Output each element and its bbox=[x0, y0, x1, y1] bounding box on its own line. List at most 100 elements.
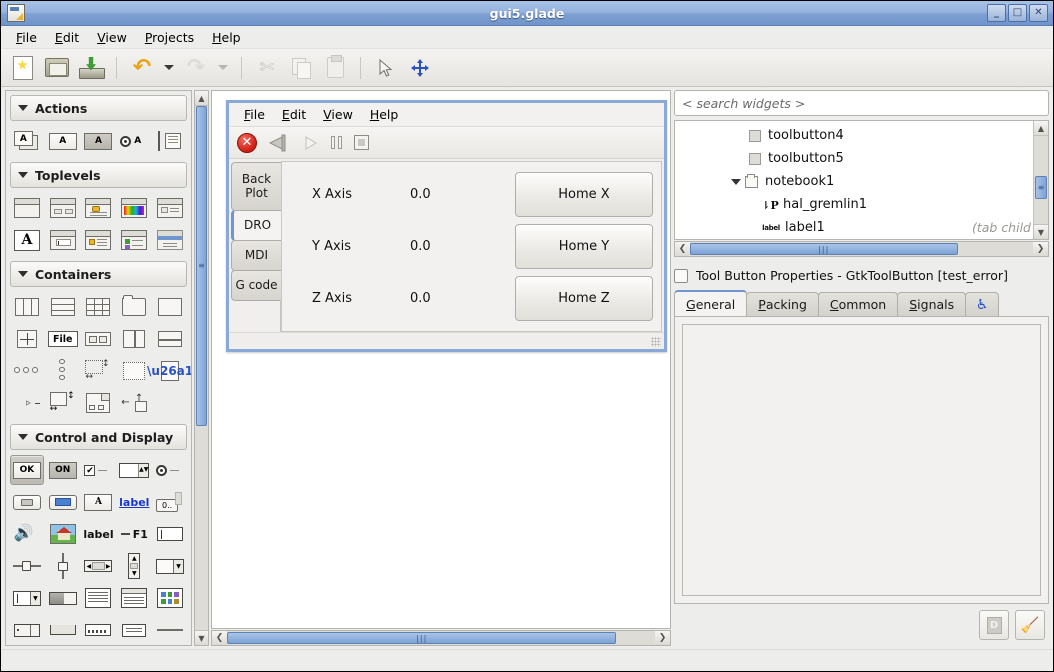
drag-resize-button[interactable] bbox=[404, 53, 436, 83]
palette-vertical-scrollbar[interactable]: ▲ ≡ ▼ bbox=[194, 90, 209, 646]
palette-item-scale-button[interactable]: 0.. bbox=[153, 487, 187, 517]
canvas-scroll-right-button[interactable]: ❯ bbox=[655, 631, 670, 645]
palette-item-message-dialog[interactable] bbox=[82, 193, 116, 223]
palette-scroll-track[interactable]: ≡ bbox=[195, 106, 208, 630]
menu-help[interactable]: Help bbox=[203, 27, 250, 48]
palette-item-color-button[interactable] bbox=[46, 487, 80, 517]
palette-item-volume-button[interactable]: 🔊 bbox=[10, 519, 44, 549]
palette-item-alignment[interactable] bbox=[10, 324, 44, 354]
tree-row-notebook1[interactable]: notebook1 bbox=[675, 170, 1033, 193]
chevron-down-icon[interactable] bbox=[731, 178, 741, 185]
new-project-button[interactable] bbox=[7, 53, 39, 83]
palette-item-hbutton-row[interactable] bbox=[10, 356, 44, 386]
palette-item-vbox[interactable] bbox=[46, 292, 80, 322]
undo-dropdown-button[interactable] bbox=[160, 53, 178, 83]
palette-item-notebook[interactable] bbox=[117, 292, 151, 322]
palette-item-label[interactable]: label bbox=[82, 519, 116, 549]
search-widgets-input[interactable]: < search widgets > bbox=[674, 90, 1049, 116]
minimize-button[interactable]: _ bbox=[987, 4, 1006, 22]
pause-bars-icon[interactable] bbox=[331, 136, 342, 149]
palette-item-vscale[interactable] bbox=[46, 551, 80, 581]
palette-item-tree-view[interactable] bbox=[117, 583, 151, 613]
palette-item-action[interactable]: A bbox=[46, 126, 80, 156]
red-stop-circle-icon[interactable]: ✕ bbox=[237, 132, 257, 153]
stop-square-icon[interactable] bbox=[354, 135, 369, 150]
palette-item-event-box[interactable]: \u26a1 bbox=[147, 356, 191, 386]
close-button[interactable]: ✕ bbox=[1029, 4, 1048, 22]
canvas-scroll-left-button[interactable]: ❮ bbox=[212, 631, 227, 645]
palette-section-actions[interactable]: Actions bbox=[10, 95, 187, 121]
palette-item-action-group[interactable]: A bbox=[10, 126, 44, 156]
palette-item-color-selection-dialog[interactable] bbox=[117, 193, 151, 223]
palette-item-drawing-area[interactable] bbox=[82, 615, 116, 645]
properties-dock-checkbox[interactable] bbox=[674, 268, 688, 283]
power-switch-icon[interactable] bbox=[268, 134, 291, 152]
palette-item-toggle-action[interactable]: A bbox=[82, 126, 116, 156]
menu-edit[interactable]: Edit bbox=[46, 27, 88, 48]
widget-tree-horizontal-scrollbar[interactable]: ❮ ||| ❯ bbox=[674, 241, 1049, 257]
menu-view[interactable]: View bbox=[88, 27, 136, 48]
palette-item-table[interactable] bbox=[82, 292, 116, 322]
select-pointer-button[interactable] bbox=[370, 53, 402, 83]
palette-item-combo-box[interactable]: ▼ bbox=[153, 551, 187, 581]
palette-item-hpaned[interactable] bbox=[117, 324, 151, 354]
tree-hscroll-thumb[interactable]: ||| bbox=[690, 243, 958, 255]
palette-item-input-dialog[interactable] bbox=[46, 225, 80, 255]
palette-item-calendar[interactable] bbox=[117, 615, 151, 645]
maximize-button[interactable]: □ bbox=[1008, 4, 1027, 22]
palette-item-hscale[interactable] bbox=[10, 551, 44, 581]
palette-item-font-selection-dialog[interactable]: A bbox=[10, 225, 44, 255]
palette-item-container-extra[interactable] bbox=[153, 388, 187, 418]
palette-section-containers[interactable]: Containers bbox=[10, 261, 187, 287]
design-tab-gcode[interactable]: G code bbox=[231, 270, 281, 301]
tree-row-label1[interactable]: label label1 (tab child bbox=[675, 216, 1033, 239]
design-menu-view[interactable]: View bbox=[316, 105, 360, 124]
design-menu-file[interactable]: File bbox=[237, 105, 272, 124]
palette-item-vbutton-box[interactable] bbox=[46, 356, 80, 386]
undo-button[interactable] bbox=[126, 53, 158, 83]
palette-item-hbutton-box[interactable] bbox=[82, 324, 116, 354]
palette-item-vscrollbar[interactable]: ▲ ▼ bbox=[117, 551, 151, 581]
design-canvas[interactable]: File Edit View Help ✕ Back Plot DRO MDI … bbox=[211, 90, 671, 629]
home-x-button[interactable]: Home X bbox=[515, 171, 653, 217]
menu-file[interactable]: File bbox=[7, 27, 46, 48]
palette-item-accel-label[interactable]: F1 bbox=[117, 519, 151, 549]
palette-item-frame[interactable] bbox=[153, 292, 187, 322]
tree-scroll-thumb[interactable]: ≡ bbox=[1035, 176, 1047, 200]
palette-scroll-thumb[interactable]: ≡ bbox=[196, 106, 207, 426]
tab-packing[interactable]: Packing bbox=[746, 292, 819, 316]
palette-item-fixed[interactable]: ← ↑ bbox=[117, 388, 151, 418]
canvas-horizontal-scrollbar[interactable]: ❮ ||| ❯ bbox=[211, 630, 671, 646]
palette-scroll-down-button[interactable]: ▼ bbox=[195, 630, 208, 645]
palette-section-control-and-display[interactable]: Control and Display bbox=[10, 424, 187, 450]
palette-item-scrolled-window[interactable]: ↕ ↔ bbox=[82, 356, 116, 386]
design-tab-dro[interactable]: DRO bbox=[231, 210, 281, 241]
palette-item-text-view[interactable] bbox=[82, 583, 116, 613]
palette-item-about-dialog[interactable] bbox=[82, 225, 116, 255]
widget-tree[interactable]: toolbutton4 toolbutton5 notebook1 ⇂P hal… bbox=[675, 121, 1033, 239]
tab-accessibility[interactable]: ♿ bbox=[965, 292, 1000, 316]
palette-item-assistant[interactable] bbox=[117, 225, 151, 255]
open-project-button[interactable] bbox=[41, 53, 73, 83]
tree-scroll-right-button[interactable]: ❯ bbox=[1033, 242, 1048, 256]
palette-item-expander[interactable] bbox=[10, 388, 44, 418]
canvas-scroll-thumb[interactable]: ||| bbox=[227, 632, 617, 644]
palette-item-toggle-button[interactable]: ON bbox=[46, 455, 80, 485]
palette-item-separator[interactable] bbox=[153, 615, 187, 645]
home-y-button[interactable]: Home Y bbox=[515, 223, 653, 269]
palette-item-toolbar[interactable] bbox=[46, 615, 80, 645]
palette-item-font-button[interactable]: A bbox=[82, 487, 116, 517]
palette-item-file-chooser-widget[interactable]: File bbox=[46, 324, 80, 354]
palette-item-offscreen-window[interactable] bbox=[153, 225, 187, 255]
palette-item-icon-view[interactable] bbox=[153, 583, 187, 613]
palette-item-progress-bar[interactable] bbox=[46, 583, 80, 613]
palette-item-layout[interactable] bbox=[82, 388, 116, 418]
home-z-button[interactable]: Home Z bbox=[515, 276, 653, 322]
palette-item-recent-action[interactable] bbox=[153, 126, 187, 156]
tree-scroll-track[interactable]: ≡ bbox=[1034, 136, 1048, 224]
palette-item-button[interactable]: OK bbox=[10, 455, 44, 485]
tree-row-hal-gremlin1[interactable]: ⇂P hal_gremlin1 bbox=[675, 193, 1033, 216]
palette-item-link-button[interactable]: label bbox=[117, 487, 151, 517]
palette-item-combo-box-entry[interactable]: ▼ bbox=[10, 583, 44, 613]
design-tab-back-plot[interactable]: Back Plot bbox=[231, 162, 281, 211]
